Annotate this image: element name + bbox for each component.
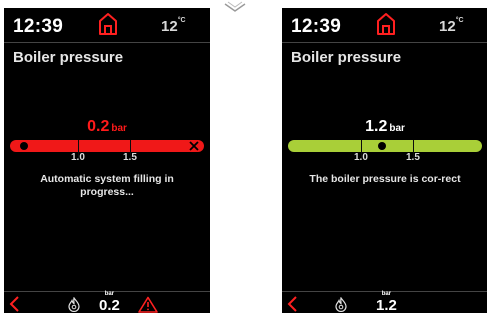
pressure-readout: 1.2 bar xyxy=(365,118,405,135)
status-bar: 12:39 12°C xyxy=(282,8,487,42)
boiler-screen-low-pressure: 12:39 12°C Boiler pressure 0.2 bar 1.0 1.… xyxy=(4,8,210,313)
pressure-readout: 0.2 bar xyxy=(87,118,127,135)
warning-icon[interactable] xyxy=(138,296,158,313)
close-x-icon xyxy=(189,141,199,151)
divider xyxy=(4,42,210,43)
bottom-pressure: bar 0.2 xyxy=(99,291,120,313)
back-arrow-icon[interactable] xyxy=(8,295,22,313)
scale-label: 1.0 xyxy=(354,152,368,163)
scale-label: 1.0 xyxy=(71,152,85,163)
status-message: The boiler pressure is cor-rect xyxy=(309,173,461,185)
clock-time: 12:39 xyxy=(13,16,64,37)
outside-temperature: 12°C xyxy=(439,17,464,35)
boiler-screen-normal-pressure: 12:39 12°C Boiler pressure 1.2 bar 1.0 1.… xyxy=(282,8,487,313)
status-message: Automatic system filling in progress... xyxy=(40,173,174,198)
decorative-corner-icon xyxy=(224,1,246,12)
scale-label: 1.5 xyxy=(123,152,137,163)
back-arrow-icon[interactable] xyxy=(286,295,300,313)
pressure-marker xyxy=(378,142,386,150)
page-title: Boiler pressure xyxy=(13,49,124,66)
bottom-pressure: bar 1.2 xyxy=(376,291,397,313)
status-bar: 12:39 12°C xyxy=(4,8,210,42)
home-icon[interactable] xyxy=(97,12,119,36)
divider xyxy=(282,42,487,43)
page-title: Boiler pressure xyxy=(291,49,402,66)
flame-icon xyxy=(68,297,80,312)
outside-temperature: 12°C xyxy=(161,17,186,35)
pressure-bar xyxy=(10,140,204,152)
pressure-marker xyxy=(20,142,28,150)
flame-icon xyxy=(335,297,347,312)
clock-time: 12:39 xyxy=(291,16,342,37)
scale-label: 1.5 xyxy=(406,152,420,163)
home-icon[interactable] xyxy=(375,12,397,36)
